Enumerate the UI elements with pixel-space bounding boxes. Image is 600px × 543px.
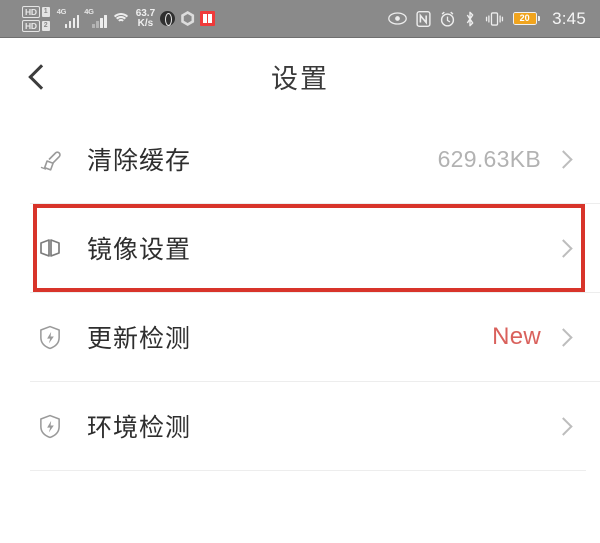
status-bar-left-group: HD 1 HD 2 4G 4G 63.7 K/s [22, 5, 216, 32]
list-divider-bottom [30, 470, 586, 471]
battery-icon: 20 [512, 12, 541, 25]
hd-badge: HD [22, 19, 40, 32]
hexagon-app-icon [181, 11, 195, 26]
hd-indicator-sim1: HD 1 [22, 5, 50, 18]
settings-row-clear-cache-wrapper: 清除缓存 629.63KB [0, 115, 600, 203]
chevron-right-icon [554, 416, 573, 436]
new-badge: New [492, 323, 541, 350]
nfc-icon [415, 10, 431, 27]
network-speed-indicator: 63.7 K/s [135, 7, 156, 29]
bluetooth-icon [464, 11, 476, 27]
settings-row-label: 更新检测 [87, 324, 192, 353]
settings-row-label: 清除缓存 [87, 146, 192, 175]
signal-bars-icon [64, 15, 80, 28]
vibrate-icon [485, 11, 504, 27]
sim1-badge: 1 [41, 6, 50, 17]
shield-bolt-icon [33, 414, 67, 439]
signal-indicator-sim2: 4G [84, 7, 107, 28]
network-speed-value: 63.7 [135, 7, 156, 19]
status-bar: HD 1 HD 2 4G 4G 63.7 K/s 20 3:45 [0, 0, 600, 38]
settings-row-label: 环境检测 [87, 413, 192, 442]
settings-row-mirror-settings[interactable]: 镜像设置 [0, 204, 600, 292]
settings-row-update-wrapper: 更新检测 New [0, 293, 600, 381]
eye-icon [387, 12, 407, 25]
settings-row-environment-wrapper: 环境检测 [0, 382, 600, 470]
battery-level-label: 20 [519, 13, 530, 23]
network-type-label: 4G [84, 7, 94, 16]
chevron-left-icon [27, 63, 54, 90]
back-button[interactable] [14, 53, 62, 101]
settings-list: 清除缓存 629.63KB 镜像设置 更新检测 New 环境检测 [0, 115, 600, 471]
cache-size-value: 629.63KB [437, 145, 541, 172]
sim2-badge: 2 [41, 20, 50, 31]
chevron-right-icon [554, 238, 573, 258]
chevron-right-icon [554, 149, 573, 169]
hd-indicator-sim2: HD 2 [22, 19, 50, 32]
clock-time: 3:45 [552, 8, 586, 28]
signal-indicator-sim1: 4G [56, 7, 80, 28]
page-title: 设置 [271, 64, 329, 95]
hd-badge: HD [22, 5, 40, 18]
shield-bolt-icon [33, 325, 67, 350]
settings-row-clear-cache[interactable]: 清除缓存 629.63KB [0, 115, 600, 203]
settings-row-environment-check[interactable]: 环境检测 [0, 382, 600, 470]
settings-row-update-check[interactable]: 更新检测 New [0, 293, 600, 381]
signal-bars-icon [92, 15, 107, 28]
hd-indicator-group: HD 1 HD 2 [22, 5, 50, 32]
wifi-icon [110, 12, 131, 26]
network-speed-unit: K/s [137, 17, 154, 29]
book-app-icon [200, 11, 216, 26]
network-type-label: 4G [56, 7, 67, 16]
settings-row-label: 镜像设置 [87, 235, 192, 264]
alarm-clock-icon [440, 11, 455, 27]
status-bar-right-group: 20 3:45 [387, 8, 586, 29]
settings-row-mirror-wrapper: 镜像设置 [0, 204, 600, 292]
brush-icon [33, 146, 67, 172]
chevron-right-icon [554, 327, 573, 347]
globe-app-icon [160, 11, 176, 26]
navigation-bar: 设置 [0, 38, 600, 115]
mirror-icon [33, 237, 67, 259]
